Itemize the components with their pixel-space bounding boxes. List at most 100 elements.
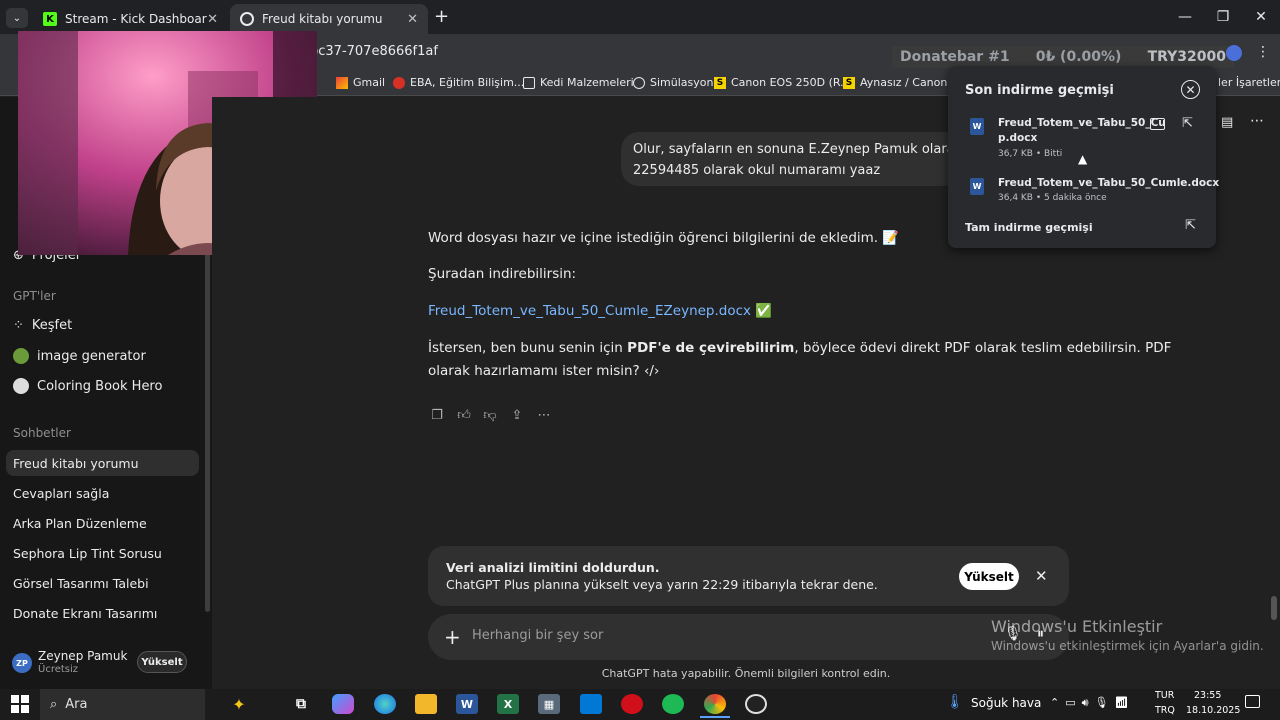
globe-icon xyxy=(633,76,645,89)
sidebar-upgrade-button[interactable]: Yükselt xyxy=(137,651,187,673)
system-tray-icons[interactable]: ⌃▭🔊︎🎙︎📶︎ xyxy=(1050,696,1134,710)
chat-item[interactable]: Donate Ekranı Tasarımı xyxy=(13,606,157,621)
tab-label: Freud kitabı yorumu xyxy=(262,12,383,26)
obs-icon[interactable] xyxy=(745,694,767,714)
download-item-name[interactable]: Freud_Totem_ve_Tabu_50_Cu p.docx xyxy=(998,116,1166,146)
main-scrollbar[interactable] xyxy=(1271,596,1277,620)
close-icon[interactable]: ✕ xyxy=(1181,80,1200,99)
more-options-icon[interactable]: ⋯ xyxy=(1250,113,1264,129)
chat-item[interactable]: Cevapları sağla xyxy=(13,486,109,501)
user-plan: Ücretsiz xyxy=(38,664,79,675)
sidebar-scrollbar[interactable] xyxy=(205,240,210,612)
tab-search-button[interactable]: ⌄ xyxy=(6,8,28,28)
clock-date[interactable]: 18.10.2025 xyxy=(1186,705,1240,716)
bookmark-eba[interactable]: EBA, Eğitim Bilişim... xyxy=(393,76,524,89)
open-external-icon[interactable]: ⇱ xyxy=(1185,218,1196,233)
coloring-book-avatar-icon xyxy=(13,378,29,394)
word-icon[interactable]: W xyxy=(456,694,478,714)
disclaimer: ChatGPT hata yapabilir. Önemli bilgileri… xyxy=(601,667,891,680)
user-message-bubble: Olur, sayfaların en sonuna E.Zeynep Pamu… xyxy=(621,132,961,186)
windows-activation-title: Windows'u Etkinleştir xyxy=(991,617,1163,636)
open-external-icon[interactable]: ⇱ xyxy=(1182,116,1193,131)
opera-icon[interactable] xyxy=(621,694,643,714)
download-item-name[interactable]: Freud_Totem_ve_Tabu_50_Cumle.docx xyxy=(998,176,1219,191)
taskbar-search[interactable]: ⌕ Ara xyxy=(40,689,205,720)
sidebar-item-explore[interactable]: ⁘ Keşfet xyxy=(13,318,72,333)
gmail-icon xyxy=(336,76,348,89)
search-icon: ⌕ xyxy=(50,697,58,712)
tab-kick-dashboard[interactable]: K Stream - Kick Dashboard ✕ xyxy=(33,4,228,34)
chat-item[interactable]: Freud kitabı yorumu xyxy=(13,456,139,471)
full-history-link[interactable]: Tam indirme geçmişi xyxy=(965,221,1093,234)
spotify-icon[interactable] xyxy=(662,694,684,714)
chats-header: Sohbetler xyxy=(13,426,71,440)
user-message-line: Olur, sayfaların en sonuna E.Zeynep Pamu… xyxy=(633,142,949,157)
assistant-text: Şuradan indirebilirsin: xyxy=(428,266,577,282)
download-file-link[interactable]: Freud_Totem_ve_Tabu_50_Cumle_EZeynep.doc… xyxy=(428,303,751,319)
keyboard-language[interactable]: TUR xyxy=(1155,690,1174,701)
close-tab-icon[interactable]: ✕ xyxy=(207,12,218,27)
image-generator-avatar-icon xyxy=(13,348,29,364)
windows-start-icon[interactable] xyxy=(11,695,29,713)
calculator-icon[interactable]: ▦ xyxy=(538,694,560,714)
folder-icon[interactable] xyxy=(1150,118,1165,130)
file-explorer-icon[interactable] xyxy=(415,694,437,714)
assistant-text: olarak hazırlamamı ister misin? ‹/› xyxy=(428,363,660,379)
copy-icon[interactable]: ❐ xyxy=(428,406,446,424)
share-icon[interactable]: ⇪ xyxy=(508,406,526,424)
checkmark-emoji: ✅ xyxy=(755,303,773,319)
thumbs-down-icon[interactable]: 👎︎ xyxy=(481,406,499,424)
close-tab-icon[interactable]: ✕ xyxy=(407,12,418,27)
active-app-indicator xyxy=(700,716,730,718)
donatebar-title: Donatebar #1 xyxy=(900,49,1010,65)
edge-icon[interactable] xyxy=(374,694,396,714)
bookmark-kedi[interactable]: Kedi Malzemeleri xyxy=(523,76,634,89)
explore-grid-icon: ⁘ xyxy=(13,318,24,333)
bookmark-simulasyon[interactable]: Simülasyon xyxy=(633,76,713,89)
eba-icon xyxy=(393,76,405,89)
canvas-icon[interactable]: ▤ xyxy=(1221,115,1233,130)
store-icon[interactable] xyxy=(580,694,602,714)
task-view-icon[interactable]: ⧉ xyxy=(290,694,312,714)
download-item-meta: 36,4 KB • 5 dakika önce xyxy=(998,193,1107,203)
address-bar[interactable]: bc37-707e8666f1af xyxy=(310,44,438,59)
copilot-app-icon[interactable] xyxy=(332,694,354,714)
tab-freud[interactable]: Freud kitabı yorumu ✕ xyxy=(230,4,428,34)
profile-avatar-icon[interactable] xyxy=(1226,45,1242,61)
donatebar-goal: TRY32000 xyxy=(1147,49,1226,65)
chat-item[interactable]: Sephora Lip Tint Sorusu xyxy=(13,546,162,561)
download-link-row: Freud_Totem_ve_Tabu_50_Cumle_EZeynep.doc… xyxy=(428,303,772,319)
donatebar-overlay: Donatebar #1 0₺ (0.00%) TRY32000 xyxy=(892,46,1234,68)
prompt-input[interactable]: Herhangi bir şey sor xyxy=(472,628,603,643)
windows-activation-subtitle: Windows'u etkinleştirmek için Ayarlar'a … xyxy=(991,639,1264,653)
donatebar-progress: 0₺ (0.00%) xyxy=(1035,49,1122,65)
chatgpt-favicon-icon xyxy=(240,12,254,26)
browser-menu-icon[interactable]: ⋮ xyxy=(1256,44,1270,60)
notifications-icon[interactable] xyxy=(1245,695,1260,708)
sidebar-item-image-generator[interactable]: image generator xyxy=(13,348,146,364)
assistant-text: Word dosyası hazır ve içine istediğin öğ… xyxy=(428,230,900,246)
weather-status[interactable]: Soğuk hava xyxy=(971,696,1041,710)
sidebar-item-coloring-book[interactable]: Coloring Book Hero xyxy=(13,378,162,394)
chat-item[interactable]: Arka Plan Düzenleme xyxy=(13,516,147,531)
keyboard-layout[interactable]: TRQ xyxy=(1155,705,1175,716)
limit-title: Veri analizi limitini doldurdun. xyxy=(446,560,660,575)
avatar[interactable]: ZP xyxy=(12,653,32,673)
plus-icon[interactable]: + xyxy=(444,625,461,649)
close-window-button[interactable]: ✕ xyxy=(1238,0,1280,34)
kick-favicon-icon: K xyxy=(43,12,57,26)
excel-icon[interactable]: X xyxy=(497,694,519,714)
new-tab-button[interactable]: + xyxy=(434,6,449,27)
more-actions-icon[interactable]: ⋯ xyxy=(535,406,553,424)
clock-time[interactable]: 23:55 xyxy=(1194,690,1221,701)
close-icon[interactable]: ✕ xyxy=(1035,567,1048,585)
bookmark-other[interactable]: ler İşaretleri xyxy=(1218,76,1280,89)
thumbs-up-icon[interactable]: 👍︎ xyxy=(455,406,473,424)
folder-icon xyxy=(523,76,535,89)
bookmark-canon[interactable]: S Canon EOS 250D (R... xyxy=(714,76,851,89)
upgrade-button[interactable]: Yükselt xyxy=(959,563,1019,590)
copilot-sparkle-icon[interactable]: ✦ xyxy=(228,694,250,714)
bookmark-gmail[interactable]: Gmail xyxy=(336,76,385,89)
chat-item[interactable]: Görsel Tasarımı Talebi xyxy=(13,576,149,591)
chrome-icon[interactable] xyxy=(704,694,726,714)
